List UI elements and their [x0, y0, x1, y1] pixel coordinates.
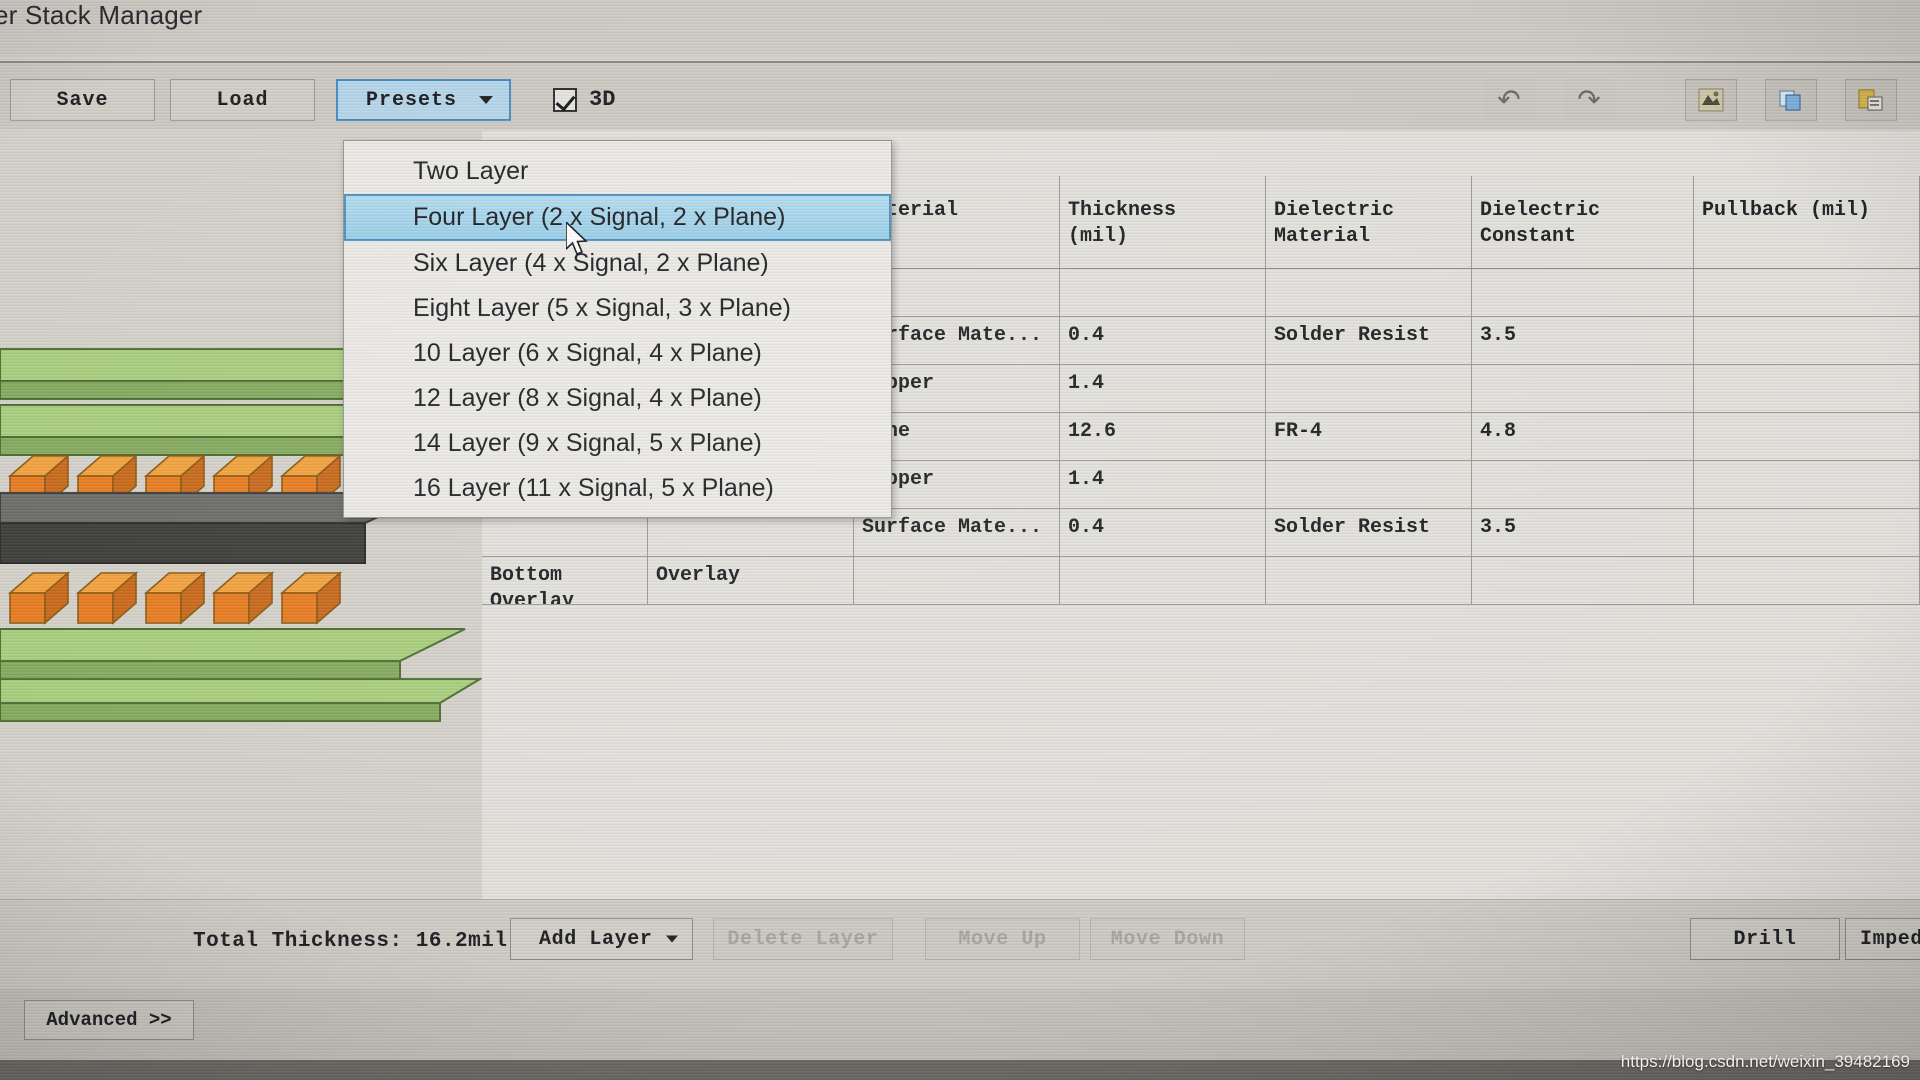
drill-button[interactable]: Drill — [1690, 918, 1840, 960]
cell-pullback[interactable] — [1694, 557, 1920, 604]
cell-dielectric-material[interactable]: Solder Resist — [1266, 317, 1472, 364]
undo-button[interactable]: ↶ — [1483, 79, 1535, 121]
layer-properties-button[interactable] — [1685, 79, 1737, 121]
move-up-button[interactable]: Move Up — [925, 918, 1080, 960]
column-header-dielectric-material[interactable]: Dielectric Material — [1266, 176, 1472, 268]
delete-layer-button[interactable]: Delete Layer — [713, 918, 893, 960]
title-bar: er Stack Manager — [0, 0, 1920, 56]
cell-pullback[interactable] — [1694, 317, 1920, 364]
cell-thickness[interactable]: 1.4 — [1060, 365, 1266, 412]
cell-dielectric-constant[interactable] — [1472, 557, 1694, 604]
3d-checkbox-label: 3D — [589, 87, 616, 112]
add-layer-button[interactable]: Add Layer — [510, 918, 693, 960]
checkbox-checked-icon[interactable] — [553, 87, 577, 112]
cell-pullback[interactable] — [1694, 413, 1920, 460]
move-down-button[interactable]: Move Down — [1090, 918, 1245, 960]
menu-item-10-layer[interactable]: 10 Layer (6 x Signal, 4 x Plane) — [344, 331, 891, 376]
cell-type[interactable]: Overlay — [648, 557, 854, 604]
cell-dielectric-material[interactable]: FR-4 — [1266, 413, 1472, 460]
cell-pullback[interactable] — [1694, 269, 1920, 316]
advanced-button[interactable]: Advanced >> — [24, 1000, 194, 1040]
cell-thickness[interactable]: 12.6 — [1060, 413, 1266, 460]
menu-item-16-layer[interactable]: 16 Layer (11 x Signal, 5 x Plane) — [344, 466, 891, 511]
chevron-down-icon — [479, 96, 493, 104]
copy-layers-icon — [1778, 88, 1804, 112]
cell-dielectric-constant[interactable]: 3.5 — [1472, 509, 1694, 556]
mouse-cursor-icon — [565, 220, 592, 265]
cell-thickness[interactable]: 0.4 — [1060, 317, 1266, 364]
cell-dielectric-material[interactable] — [1266, 269, 1472, 316]
presets-button-label: Presets — [366, 88, 458, 112]
cell-dielectric-constant[interactable] — [1472, 461, 1694, 508]
layer-properties-icon — [1698, 88, 1724, 112]
cell-thickness[interactable] — [1060, 557, 1266, 604]
watermark: https://blog.csdn.net/weixin_39482169 — [1620, 1052, 1910, 1071]
cell-pullback[interactable] — [1694, 461, 1920, 508]
load-button[interactable]: Load — [170, 79, 315, 121]
cell-thickness[interactable]: 1.4 — [1060, 461, 1266, 508]
cell-dielectric-constant[interactable]: 3.5 — [1472, 317, 1694, 364]
redo-icon: ↷ — [1577, 84, 1601, 115]
copy-layers-button[interactable] — [1765, 79, 1817, 121]
cell-dielectric-material[interactable] — [1266, 461, 1472, 508]
menu-item-two-layer[interactable]: Two Layer — [344, 149, 891, 194]
presets-menu[interactable]: Two Layer Four Layer (2 x Signal, 2 x Pl… — [343, 140, 892, 518]
menu-item-six-layer[interactable]: Six Layer (4 x Signal, 2 x Plane) — [344, 241, 891, 286]
undo-icon: ↶ — [1497, 84, 1521, 115]
layer-stack-manager-window: er Stack Manager Save Load Presets 3D ↶ … — [0, 0, 1920, 1080]
redo-button[interactable]: ↷ — [1563, 79, 1615, 121]
3d-checkbox[interactable]: 3D — [553, 87, 615, 112]
cell-dielectric-material[interactable] — [1266, 365, 1472, 412]
menu-item-12-layer[interactable]: 12 Layer (8 x Signal, 4 x Plane) — [344, 376, 891, 421]
column-header-dielectric-constant[interactable]: Dielectric Constant — [1472, 176, 1694, 268]
cell-dielectric-constant[interactable] — [1472, 365, 1694, 412]
screen-photo: er Stack Manager Save Load Presets 3D ↶ … — [0, 0, 1920, 1080]
cell-pullback[interactable] — [1694, 509, 1920, 556]
cell-dielectric-constant[interactable]: 4.8 — [1472, 413, 1694, 460]
paste-layers-icon — [1858, 88, 1884, 112]
page-title: er Stack Manager — [0, 0, 203, 30]
presets-dropdown-button[interactable]: Presets — [336, 79, 511, 121]
menu-item-14-layer[interactable]: 14 Layer (9 x Signal, 5 x Plane) — [344, 421, 891, 466]
cell-thickness[interactable]: 0.4 — [1060, 509, 1266, 556]
cell-thickness[interactable] — [1060, 269, 1266, 316]
toolbar: Save Load Presets 3D ↶ ↷ — [0, 63, 1920, 129]
cell-dielectric-material[interactable]: Solder Resist — [1266, 509, 1472, 556]
column-header-thickness[interactable]: Thickness (mil) — [1060, 176, 1266, 268]
table-row[interactable]: Bottom Overlay Overlay — [482, 557, 1920, 605]
add-layer-label: Add Layer — [539, 927, 653, 951]
menu-item-eight-layer[interactable]: Eight Layer (5 x Signal, 3 x Plane) — [344, 286, 891, 331]
bottom-toolbar: Total Thickness: 16.2mil Add Layer Delet… — [0, 899, 1920, 989]
impedance-button[interactable]: Impeda — [1845, 918, 1920, 960]
menu-item-four-layer[interactable]: Four Layer (2 x Signal, 2 x Plane) — [344, 194, 891, 241]
total-thickness-label: Total Thickness: 16.2mil — [193, 930, 508, 953]
cell-name[interactable]: Bottom Overlay — [482, 557, 648, 604]
paste-layers-button[interactable] — [1845, 79, 1897, 121]
column-header-pullback[interactable]: Pullback (mil) — [1694, 176, 1920, 268]
cell-pullback[interactable] — [1694, 365, 1920, 412]
cell-dielectric-material[interactable] — [1266, 557, 1472, 604]
save-button[interactable]: Save — [10, 79, 155, 121]
cell-material[interactable] — [854, 557, 1060, 604]
chevron-down-icon — [666, 935, 678, 943]
cell-dielectric-constant[interactable] — [1472, 269, 1694, 316]
